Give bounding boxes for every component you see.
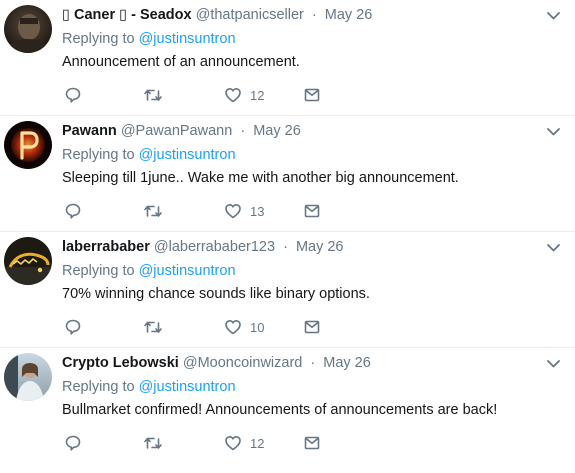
tweet-header: Pawann @PawanPawann · May 26 xyxy=(62,123,301,139)
tweet[interactable]: Crypto Lebowski @Mooncoinwizard · May 26… xyxy=(0,348,575,464)
retweet-icon xyxy=(144,437,162,449)
replying-to: Replying to @justinsuntron xyxy=(62,147,236,163)
replying-to-label: Replying to xyxy=(62,147,139,163)
separator-dot: · xyxy=(283,239,288,255)
timestamp[interactable]: May 26 xyxy=(296,239,344,255)
display-name[interactable]: Crypto Lebowski xyxy=(62,355,179,371)
reply-icon xyxy=(65,319,81,335)
direct-message-icon xyxy=(304,436,320,450)
reply-button[interactable] xyxy=(64,316,82,338)
reply-button[interactable] xyxy=(64,200,82,222)
reply-button[interactable] xyxy=(64,432,82,454)
tweet-actions: 13 xyxy=(62,200,362,222)
replying-to: Replying to @justinsuntron xyxy=(62,31,236,47)
avatar[interactable] xyxy=(4,5,52,53)
tweet[interactable]: Pawann @PawanPawann · May 26 Replying to… xyxy=(0,116,575,232)
user-handle[interactable]: @PawanPawann xyxy=(121,123,232,139)
like-icon xyxy=(225,88,241,103)
tweet-text: Bullmarket confirmed! Announcements of a… xyxy=(62,402,498,418)
tweet-text: Announcement of an announcement. xyxy=(62,54,300,70)
like-count: 10 xyxy=(250,319,265,335)
like-button[interactable]: 12 xyxy=(224,432,264,454)
chevron-down-icon[interactable] xyxy=(545,358,561,370)
timestamp[interactable]: May 26 xyxy=(325,7,373,23)
reply-icon xyxy=(65,87,81,103)
chevron-down-icon[interactable] xyxy=(545,242,561,254)
like-button[interactable]: 13 xyxy=(224,200,264,222)
avatar[interactable] xyxy=(4,353,52,401)
retweet-button[interactable] xyxy=(143,200,163,222)
like-count: 13 xyxy=(250,203,265,219)
tweet-header: laberrababer @laberrababer123 · May 26 xyxy=(62,239,344,255)
mention-link[interactable]: @justinsuntron xyxy=(139,31,236,47)
user-handle[interactable]: @laberrababer123 xyxy=(154,239,275,255)
mention-link[interactable]: @justinsuntron xyxy=(139,147,236,163)
like-count: 12 xyxy=(250,87,265,103)
direct-message-icon xyxy=(304,88,320,102)
user-handle[interactable]: @Mooncoinwizard xyxy=(183,355,303,371)
tweet[interactable]: ▯ Caner ▯ - Seadox @thatpanicseller · Ma… xyxy=(0,0,575,116)
display-name[interactable]: ▯ Caner ▯ - Seadox xyxy=(62,7,192,23)
display-name[interactable]: Pawann xyxy=(62,123,117,139)
tweet-actions: 10 xyxy=(62,316,362,338)
like-button[interactable]: 10 xyxy=(224,316,264,338)
reply-button[interactable] xyxy=(64,84,82,106)
tweet-header: ▯ Caner ▯ - Seadox @thatpanicseller · Ma… xyxy=(62,7,372,23)
retweet-icon xyxy=(144,321,162,333)
display-name[interactable]: laberrababer xyxy=(62,239,150,255)
reply-feed: ▯ Caner ▯ - Seadox @thatpanicseller · Ma… xyxy=(0,0,575,464)
like-icon xyxy=(225,436,241,451)
tweet-text: Sleeping till 1june.. Wake me with anoth… xyxy=(62,170,459,186)
like-icon xyxy=(225,204,241,219)
like-button[interactable]: 12 xyxy=(224,84,264,106)
separator-dot: · xyxy=(310,355,316,371)
mention-link[interactable]: @justinsuntron xyxy=(139,263,236,279)
direct-message-icon xyxy=(304,320,320,334)
tweet-actions: 12 xyxy=(62,84,362,106)
direct-message-button[interactable] xyxy=(303,84,321,106)
replying-to: Replying to @justinsuntron xyxy=(62,263,236,279)
user-handle[interactable]: @thatpanicseller xyxy=(196,7,304,23)
retweet-button[interactable] xyxy=(143,316,163,338)
tweet[interactable]: laberrababer @laberrababer123 · May 26 R… xyxy=(0,232,575,348)
direct-message-icon xyxy=(304,204,320,218)
reply-icon xyxy=(65,203,81,219)
chevron-down-icon[interactable] xyxy=(545,10,561,22)
direct-message-button[interactable] xyxy=(303,316,321,338)
separator-dot: · xyxy=(240,123,246,139)
replying-to: Replying to @justinsuntron xyxy=(62,379,236,395)
retweet-icon xyxy=(144,89,162,101)
mention-link[interactable]: @justinsuntron xyxy=(139,379,236,395)
avatar[interactable] xyxy=(4,237,52,285)
separator-dot: · xyxy=(311,7,317,23)
timestamp[interactable]: May 26 xyxy=(253,123,301,139)
tweet-text: 70% winning chance sounds like binary op… xyxy=(62,286,370,302)
like-count: 12 xyxy=(250,435,265,451)
replying-to-label: Replying to xyxy=(62,379,139,395)
chevron-down-icon[interactable] xyxy=(545,126,561,138)
replying-to-label: Replying to xyxy=(62,31,139,47)
tweet-header: Crypto Lebowski @Mooncoinwizard · May 26 xyxy=(62,355,371,371)
timestamp[interactable]: May 26 xyxy=(323,355,371,371)
replying-to-label: Replying to xyxy=(62,263,139,279)
tweet-actions: 12 xyxy=(62,432,362,454)
direct-message-button[interactable] xyxy=(303,432,321,454)
retweet-icon xyxy=(144,205,162,217)
reply-icon xyxy=(65,435,81,451)
avatar[interactable] xyxy=(4,121,52,169)
direct-message-button[interactable] xyxy=(303,200,321,222)
retweet-button[interactable] xyxy=(143,84,163,106)
like-icon xyxy=(225,320,241,335)
retweet-button[interactable] xyxy=(143,432,163,454)
